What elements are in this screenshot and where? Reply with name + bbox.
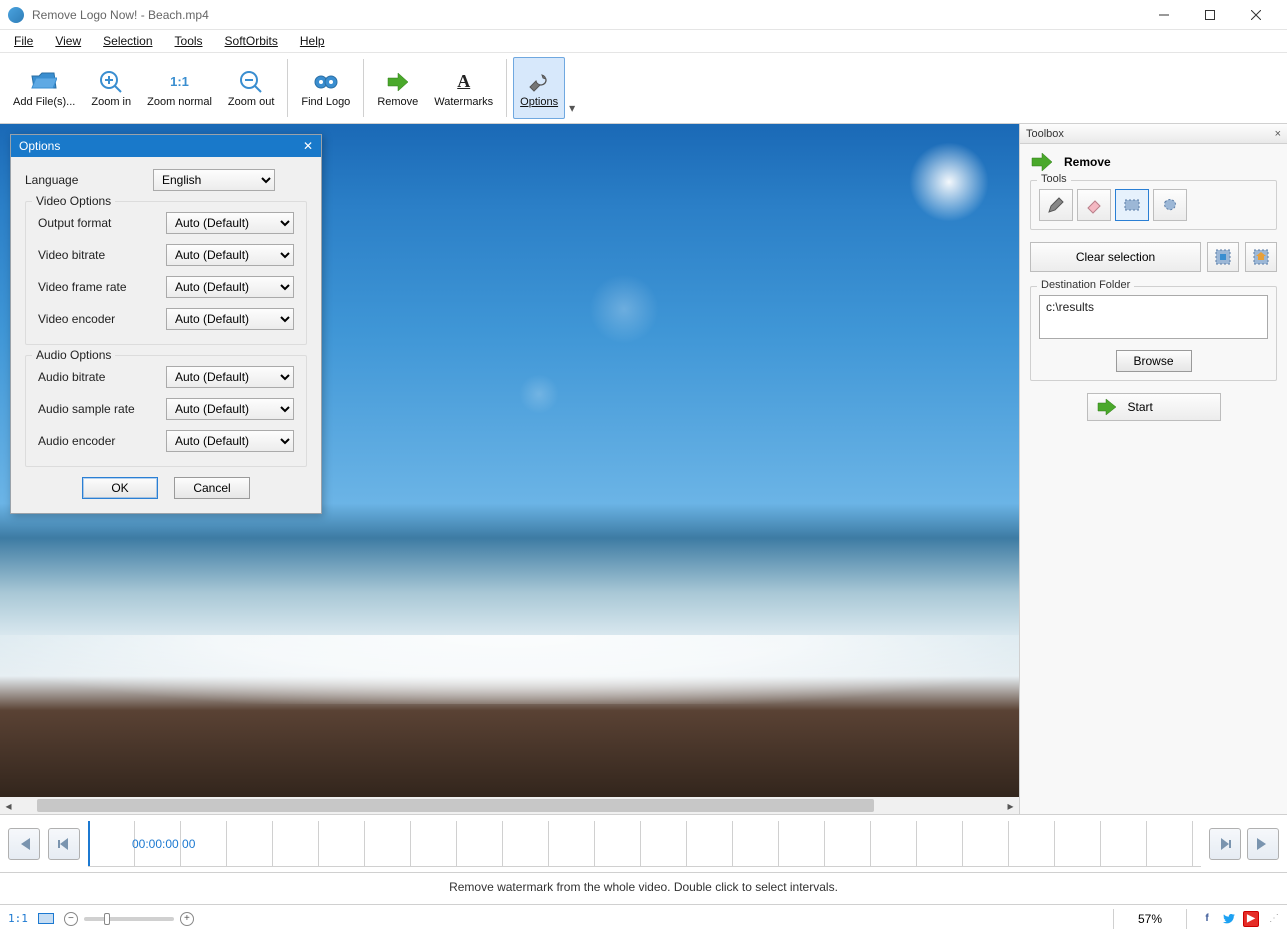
tool-pencil[interactable] <box>1039 189 1073 221</box>
options-wrench-icon <box>525 68 553 96</box>
titlebar: Remove Logo Now! - Beach.mp4 <box>0 0 1287 30</box>
timeline: 00:00:00 00 <box>0 814 1287 872</box>
audio-samplerate-select[interactable]: Auto (Default) <box>166 398 294 420</box>
tool-rectangle-select[interactable] <box>1115 189 1149 221</box>
toolbar-find-logo[interactable]: Find Logo <box>294 57 357 119</box>
start-button[interactable]: Start <box>1087 393 1221 421</box>
timecode: 00:00:00 00 <box>132 837 195 851</box>
facebook-icon[interactable]: f <box>1199 911 1215 927</box>
scroll-right-arrow[interactable]: ▸ <box>1002 799 1019 813</box>
toolbox-panel-title: Toolbox × <box>1020 124 1287 144</box>
playhead[interactable] <box>88 821 90 866</box>
audio-encoder-select[interactable]: Auto (Default) <box>166 430 294 452</box>
browse-button[interactable]: Browse <box>1116 350 1192 372</box>
window-title: Remove Logo Now! - Beach.mp4 <box>32 8 1141 22</box>
tools-group: Tools <box>1030 180 1277 230</box>
app-icon <box>8 7 24 23</box>
skip-start-button[interactable] <box>8 828 40 860</box>
find-logo-icon <box>312 68 340 96</box>
lens-flare <box>519 374 559 414</box>
video-bitrate-select[interactable]: Auto (Default) <box>166 244 294 266</box>
toolbar-watermarks[interactable]: A Watermarks <box>427 57 500 119</box>
destination-group: Destination Folder c:\results Browse <box>1030 286 1277 381</box>
video-framerate-select[interactable]: Auto (Default) <box>166 276 294 298</box>
remove-icon <box>384 68 412 96</box>
destination-folder-input[interactable]: c:\results <box>1039 295 1268 339</box>
folder-open-icon <box>30 68 58 96</box>
options-dialog: Options ✕ Language English Video Options… <box>10 134 322 514</box>
zoom-plus-icon[interactable]: + <box>180 912 194 926</box>
close-button[interactable] <box>1233 0 1279 30</box>
audio-options-group: Audio Options Audio bitrate Auto (Defaul… <box>25 355 307 467</box>
minimize-button[interactable] <box>1141 0 1187 30</box>
foam <box>0 635 1019 704</box>
toolbar-add-files[interactable]: Add File(s)... <box>6 57 82 119</box>
toolbar-overflow[interactable]: ▾ <box>567 57 577 119</box>
resize-grip[interactable]: ⋰ <box>1265 913 1279 924</box>
video-options-group: Video Options Output format Auto (Defaul… <box>25 201 307 345</box>
youtube-icon[interactable]: ▶ <box>1243 911 1259 927</box>
toolbar-zoom-in[interactable]: Zoom in <box>84 57 138 119</box>
maximize-button[interactable] <box>1187 0 1233 30</box>
skip-end-button[interactable] <box>1247 828 1279 860</box>
lens-flare <box>589 274 659 344</box>
menu-selection[interactable]: Selection <box>99 32 156 50</box>
output-format-select[interactable]: Auto (Default) <box>166 212 294 234</box>
percent-indicator: 57% <box>1113 909 1187 929</box>
ok-button[interactable]: OK <box>82 477 158 499</box>
selection-rect-icon[interactable] <box>38 913 54 924</box>
toolbar-separator <box>363 59 364 117</box>
sun-glare <box>909 142 989 222</box>
timeline-track[interactable] <box>88 821 1201 867</box>
tool-lasso[interactable] <box>1153 189 1187 221</box>
toolbar-options[interactable]: Options <box>513 57 565 119</box>
menu-file[interactable]: File <box>10 32 37 50</box>
zoom-out-icon <box>237 68 265 96</box>
zoom-normal-icon: 1:1 <box>166 68 194 96</box>
toolbar-separator <box>506 59 507 117</box>
toolbar-zoom-out[interactable]: Zoom out <box>221 57 281 119</box>
toolbar-separator <box>287 59 288 117</box>
hint-bar: Remove watermark from the whole video. D… <box>0 872 1287 900</box>
zoom-minus-icon[interactable]: − <box>64 912 78 926</box>
toolbox-heading: Remove <box>1064 155 1111 169</box>
clear-selection-button[interactable]: Clear selection <box>1030 242 1201 272</box>
language-select[interactable]: English <box>153 169 275 191</box>
toolbar-remove[interactable]: Remove <box>370 57 425 119</box>
menu-softorbits[interactable]: SoftOrbits <box>221 32 282 50</box>
tool-eraser[interactable] <box>1077 189 1111 221</box>
horizontal-scrollbar[interactable]: ◂ ▸ <box>0 797 1019 814</box>
toolbar-zoom-normal[interactable]: 1:1 Zoom normal <box>140 57 219 119</box>
scroll-thumb[interactable] <box>37 799 874 812</box>
toolbox-panel: Toolbox × Remove Tools Clear selection <box>1019 124 1287 814</box>
toolbox-close-icon[interactable]: × <box>1275 128 1281 140</box>
step-back-button[interactable] <box>48 828 80 860</box>
twitter-icon[interactable] <box>1221 911 1237 927</box>
scale-indicator[interactable]: 1:1 <box>8 912 28 925</box>
menubar: File View Selection Tools SoftOrbits Hel… <box>0 30 1287 52</box>
load-selection-button[interactable] <box>1245 242 1277 272</box>
arrow-right-icon <box>1030 152 1056 172</box>
toolbar: Add File(s)... Zoom in 1:1 Zoom normal Z… <box>0 52 1287 124</box>
menu-help[interactable]: Help <box>296 32 329 50</box>
menu-tools[interactable]: Tools <box>171 32 207 50</box>
zoom-in-icon <box>97 68 125 96</box>
video-encoder-select[interactable]: Auto (Default) <box>166 308 294 330</box>
status-bar: 1:1 − + 57% f ▶ ⋰ <box>0 904 1287 932</box>
dialog-title: Options <box>19 139 60 153</box>
watermarks-icon: A <box>450 68 478 96</box>
scroll-left-arrow[interactable]: ◂ <box>0 799 17 813</box>
language-label: Language <box>25 173 153 187</box>
step-forward-button[interactable] <box>1209 828 1241 860</box>
audio-bitrate-select[interactable]: Auto (Default) <box>166 366 294 388</box>
zoom-handle[interactable] <box>104 913 110 925</box>
zoom-slider[interactable]: − + <box>64 912 194 926</box>
dialog-close-button[interactable]: ✕ <box>303 139 313 153</box>
cancel-button[interactable]: Cancel <box>174 477 250 499</box>
menu-view[interactable]: View <box>51 32 85 50</box>
save-selection-button[interactable] <box>1207 242 1239 272</box>
